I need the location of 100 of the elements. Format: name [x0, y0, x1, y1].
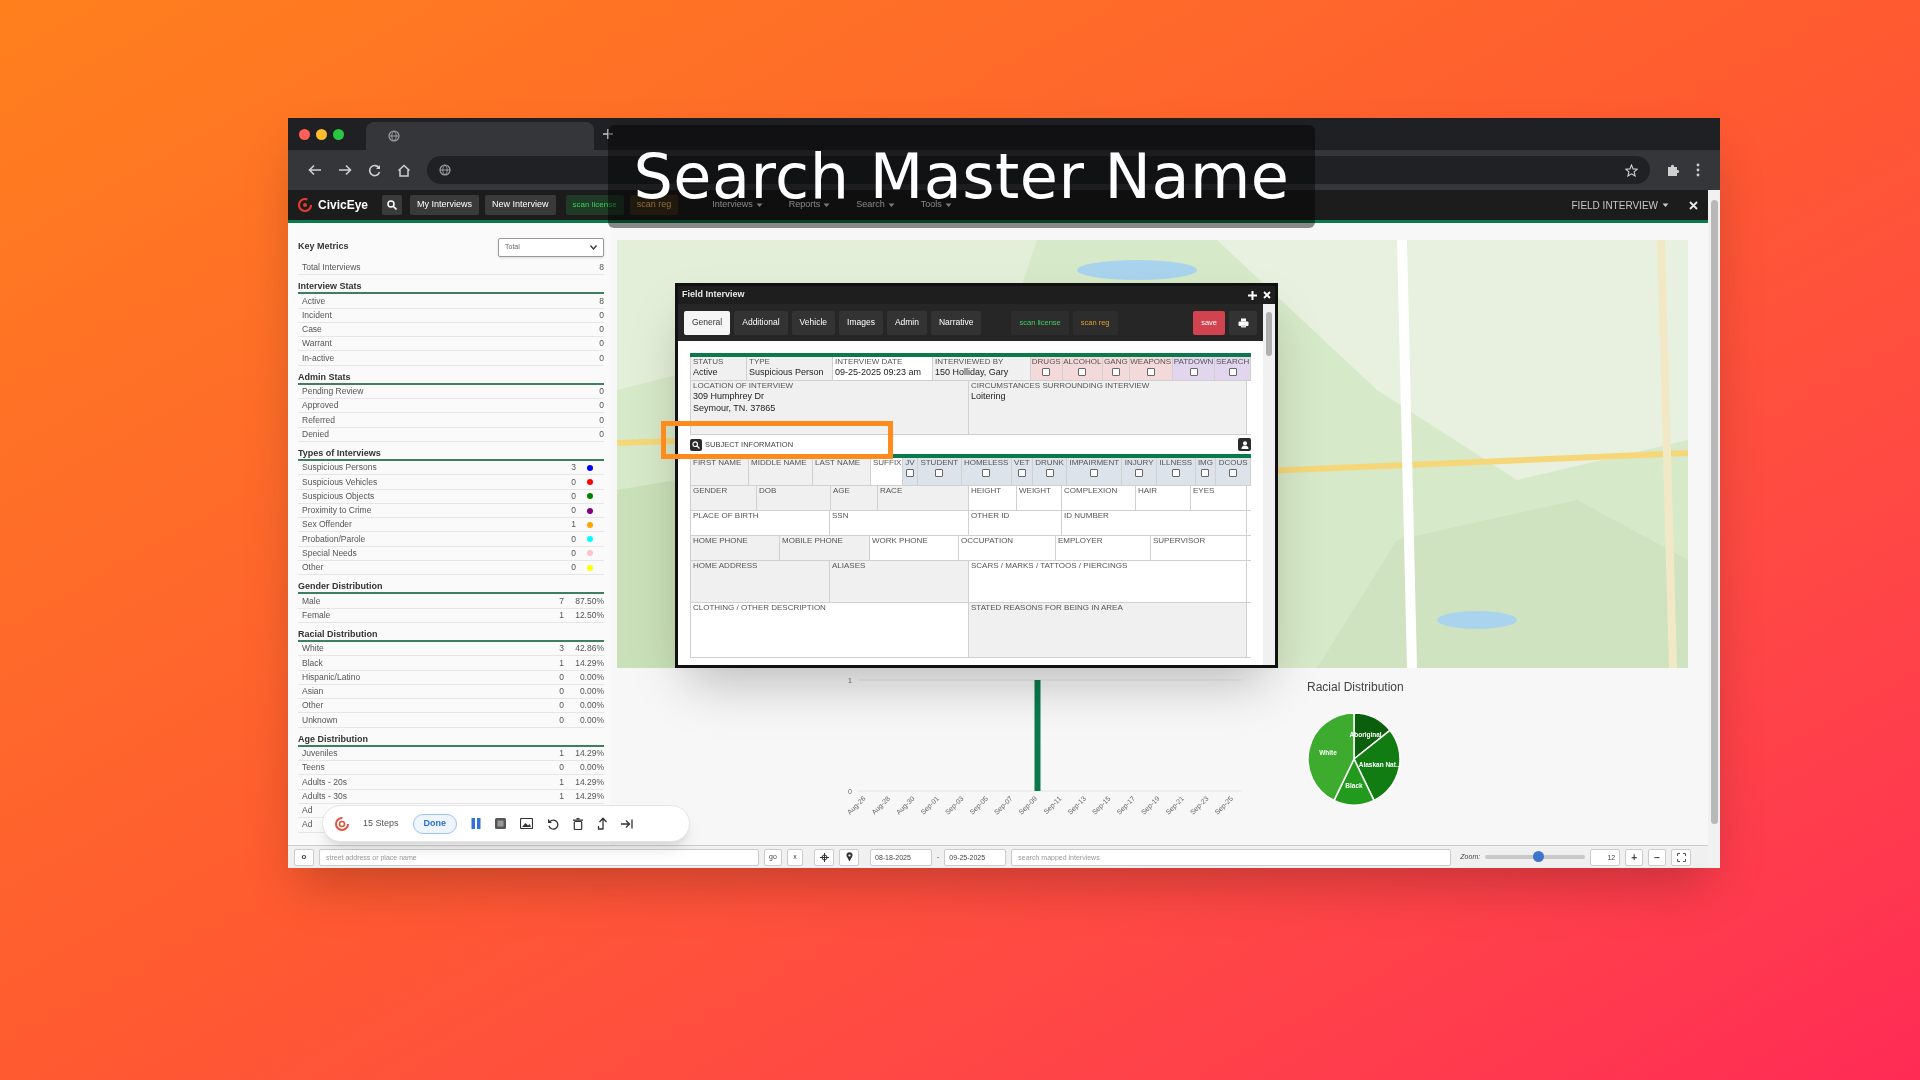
form-field[interactable]: STATED REASONS FOR BEING IN AREA — [969, 603, 1247, 657]
form-field[interactable]: DOB — [757, 486, 831, 510]
form-field[interactable]: MIDDLE NAME — [749, 458, 813, 485]
checkbox[interactable] — [1201, 469, 1210, 477]
pause-icon[interactable] — [471, 818, 482, 829]
expand-icon — [1676, 852, 1686, 862]
back-icon[interactable] — [308, 164, 322, 176]
checkbox[interactable] — [906, 469, 914, 477]
slider-thumb[interactable] — [1533, 851, 1545, 862]
form-field[interactable]: STATUS Active — [691, 357, 747, 380]
field-label: SUPERVISOR — [1153, 536, 1207, 545]
plus-icon[interactable] — [1248, 290, 1257, 300]
window-control[interactable] — [316, 128, 327, 140]
form-field[interactable]: EYES — [1191, 486, 1247, 510]
dialog-tab[interactable]: Images — [839, 310, 883, 335]
close-icon[interactable] — [1689, 200, 1698, 210]
zoom-in-button[interactable]: + — [1625, 848, 1644, 866]
zoom-out-button[interactable]: − — [1648, 848, 1667, 866]
form-field[interactable]: SSN — [830, 511, 969, 535]
form-field[interactable]: AGE — [831, 486, 878, 510]
form-field[interactable]: HAIR — [1136, 486, 1191, 510]
form-field[interactable]: COMPLEXION — [1062, 486, 1136, 510]
reload-icon[interactable] — [368, 163, 381, 177]
dialog-tab[interactable]: Additional — [734, 310, 788, 335]
form-field[interactable]: HOME PHONE — [691, 536, 780, 560]
window-control[interactable] — [333, 128, 344, 140]
form-field[interactable]: HEIGHT — [969, 486, 1017, 510]
form-field[interactable]: HOME ADDRESS — [691, 561, 830, 602]
checkbox[interactable] — [1042, 368, 1051, 376]
checkbox[interactable] — [1229, 469, 1238, 477]
checkbox[interactable] — [1045, 469, 1054, 477]
image-icon[interactable] — [520, 818, 534, 829]
nav-button[interactable]: New Interview — [485, 195, 556, 215]
form-field[interactable]: RACE — [878, 486, 969, 510]
form-field[interactable]: ID NUMBER — [1062, 511, 1247, 535]
person-button[interactable] — [1238, 438, 1251, 451]
dialog-tab[interactable]: Narrative — [931, 310, 982, 335]
done-button[interactable]: Done — [412, 813, 458, 834]
scan-license-button[interactable]: scan license — [565, 195, 624, 215]
checkbox[interactable] — [1017, 469, 1026, 477]
checkbox[interactable] — [1189, 368, 1198, 376]
form-field[interactable]: ALIASES — [830, 561, 969, 602]
form-field[interactable]: WEIGHT — [1017, 486, 1062, 510]
menu-icon[interactable] — [1696, 163, 1700, 177]
dialog-tab[interactable]: General — [684, 310, 731, 335]
form-field[interactable]: EMPLOYER — [1056, 536, 1151, 560]
field-interview-menu[interactable]: FIELD INTERVIEW — [1571, 197, 1669, 213]
form-field[interactable]: PLACE OF BIRTH — [691, 511, 830, 535]
checkbox[interactable] — [1146, 368, 1155, 376]
form-field[interactable]: INTERVIEW DATE 09-25-2025 09:23 am — [833, 357, 933, 380]
trash-icon[interactable] — [573, 817, 584, 830]
locate-button[interactable] — [814, 848, 834, 866]
search-button[interactable] — [690, 438, 702, 451]
dialog-tab[interactable]: Vehicle — [791, 310, 835, 335]
checkbox[interactable] — [1171, 469, 1180, 477]
checkbox[interactable] — [1135, 469, 1144, 477]
window-control[interactable] — [299, 128, 310, 140]
stat-label: Warrant — [302, 337, 332, 351]
puzzle-icon[interactable] — [1666, 163, 1680, 177]
form-field[interactable]: SUPERVISOR — [1151, 536, 1247, 560]
checkbox[interactable] — [1111, 368, 1120, 376]
checkbox[interactable] — [1090, 469, 1099, 477]
skip-to-end-icon[interactable] — [621, 818, 634, 829]
form-field[interactable]: CIRCUMSTANCES SURROUNDING INTERVIEW Loitering — [969, 381, 1247, 434]
nav-button[interactable]: My Interviews — [410, 195, 480, 215]
brand-name: CivicEye — [318, 197, 369, 214]
search-button[interactable] — [382, 195, 403, 215]
star-icon[interactable] — [1625, 163, 1638, 177]
toggle-button[interactable]: o — [294, 848, 314, 866]
form-field[interactable]: SUFFIX — [871, 458, 903, 485]
form-field[interactable]: LOCATION OF INTERVIEW 309 Humphrey Dr Seymour, TN. 37865 — [691, 381, 969, 434]
checkbox[interactable] — [982, 469, 991, 477]
form-field[interactable]: FIRST NAME — [691, 458, 749, 485]
scrollbar[interactable] — [1263, 304, 1275, 665]
pin-button[interactable] — [839, 848, 859, 866]
arrow-up-icon[interactable] — [597, 817, 608, 830]
field-label: DCOUS — [1217, 458, 1249, 467]
dialog-tab[interactable]: Admin — [886, 310, 927, 335]
fullscreen-button[interactable] — [1671, 848, 1692, 866]
stop-icon[interactable] — [495, 818, 507, 829]
home-icon[interactable] — [397, 163, 411, 177]
form-field[interactable]: TYPE Suspicious Person — [747, 357, 833, 380]
form-field[interactable]: GENDER — [691, 486, 757, 510]
form-field[interactable]: WORK PHONE — [870, 536, 959, 560]
checkbox[interactable] — [1228, 368, 1237, 376]
form-field[interactable]: INTERVIEWED BY 150 Holliday, Gary — [933, 357, 1031, 380]
print-button[interactable] — [1229, 310, 1257, 335]
forward-icon[interactable] — [338, 164, 352, 176]
form-field[interactable]: OCCUPATION — [959, 536, 1056, 560]
form-field[interactable]: OTHER ID — [969, 511, 1062, 535]
scrollbar[interactable] — [1708, 190, 1720, 868]
form-field[interactable]: LAST NAME — [813, 458, 871, 485]
new-tab-icon[interactable] — [602, 128, 614, 140]
form-field[interactable]: MOBILE PHONE — [780, 536, 870, 560]
undo-icon[interactable] — [547, 817, 560, 830]
field-label: HEIGHT — [971, 486, 1003, 495]
checkbox[interactable] — [1078, 368, 1087, 376]
form-field[interactable]: SCARS / MARKS / TATTOOS / PIERCINGS — [969, 561, 1247, 602]
form-field[interactable]: CLOTHING / OTHER DESCRIPTION — [691, 603, 969, 657]
checkbox[interactable] — [935, 469, 944, 477]
